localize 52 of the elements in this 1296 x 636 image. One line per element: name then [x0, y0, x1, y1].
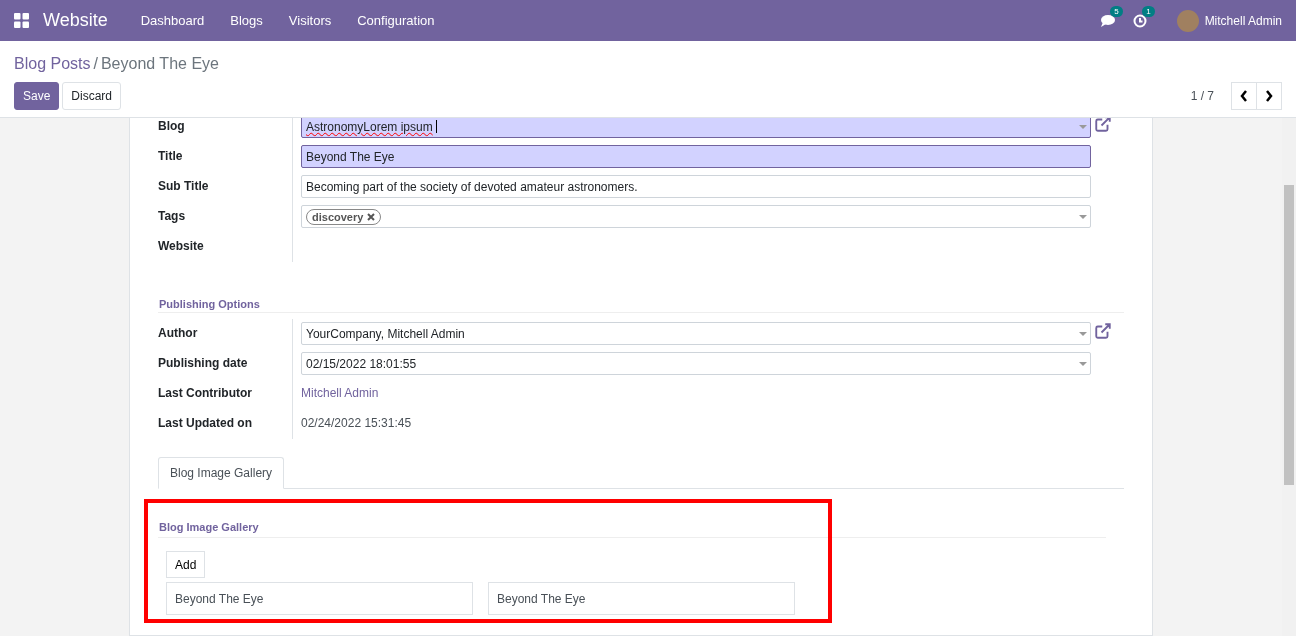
- dropdown-caret-icon: [1079, 125, 1087, 129]
- field-label: Tags: [158, 202, 293, 232]
- app-name[interactable]: Website: [43, 10, 108, 31]
- user-name[interactable]: Mitchell Admin: [1204, 13, 1282, 28]
- field-label: Last Updated on: [158, 409, 293, 439]
- tab[interactable]: Blog Image Gallery: [158, 457, 285, 489]
- select-field[interactable]: YourCompany, Mitchell Admin: [301, 322, 1091, 345]
- previous-button[interactable]: [1231, 82, 1257, 110]
- field-label: Website: [158, 232, 293, 262]
- save-button[interactable]: Save: [14, 82, 60, 110]
- chevron-left-icon: [1240, 90, 1248, 102]
- clock-icon[interactable]: [1132, 13, 1147, 28]
- dropdown-caret-icon: [1079, 215, 1087, 219]
- message-count-badge: 5: [1110, 5, 1123, 17]
- section-title: Blog Image Gallery: [158, 519, 1106, 538]
- contributor-link[interactable]: Mitchell Admin: [301, 382, 379, 400]
- breadcrumb-current: Beyond The Eye: [100, 55, 219, 73]
- field-label: Blog: [158, 118, 293, 142]
- chat-icon[interactable]: [1098, 13, 1115, 28]
- field-label: Title: [158, 142, 293, 172]
- menu-item[interactable]: Visitors: [275, 13, 345, 28]
- next-button[interactable]: [1256, 82, 1282, 110]
- menu-item[interactable]: Configuration: [344, 13, 448, 28]
- tag-label: discovery: [312, 210, 364, 223]
- field-label: Last Contributor: [158, 379, 293, 409]
- apps-grid-icon[interactable]: [14, 13, 29, 28]
- chevron-right-icon: [1265, 90, 1273, 102]
- menu-item[interactable]: Dashboard: [127, 13, 218, 28]
- pager-text: 1 / 7: [1190, 89, 1214, 103]
- field-label: Author: [158, 319, 293, 349]
- gallery-card[interactable]: Beyond The Eye: [166, 582, 473, 615]
- activity-count-badge: 1: [1142, 5, 1155, 17]
- field-value: 02/24/2022 15:31:45: [301, 415, 412, 430]
- external-link-icon[interactable]: [1094, 118, 1112, 133]
- text-field[interactable]: Beyond The Eye: [301, 145, 1091, 168]
- remove-icon[interactable]: [367, 212, 376, 221]
- field-label: Sub Title: [158, 172, 293, 202]
- external-link-icon[interactable]: [1094, 322, 1112, 340]
- dropdown-caret-icon: [1079, 362, 1087, 366]
- section-title: Publishing Options: [158, 298, 1124, 313]
- breadcrumb-separator: /: [93, 55, 98, 73]
- menu-item[interactable]: Blogs: [217, 13, 276, 28]
- select-field[interactable]: 02/15/2022 18:01:55: [301, 352, 1091, 375]
- gallery-card[interactable]: Beyond The Eye: [488, 582, 795, 615]
- tags-field[interactable]: discovery: [301, 205, 1091, 228]
- field-label: Publishing date: [158, 349, 293, 379]
- discard-button[interactable]: Discard: [62, 82, 122, 110]
- select-field[interactable]: AstronomyLorem ipsum: [301, 118, 1091, 138]
- dropdown-caret-icon: [1079, 332, 1087, 336]
- add-button[interactable]: Add: [166, 551, 206, 578]
- text-field[interactable]: Becoming part of the society of devoted amateur astronomers.: [301, 175, 1091, 198]
- breadcrumb-link[interactable]: Blog Posts: [14, 55, 91, 73]
